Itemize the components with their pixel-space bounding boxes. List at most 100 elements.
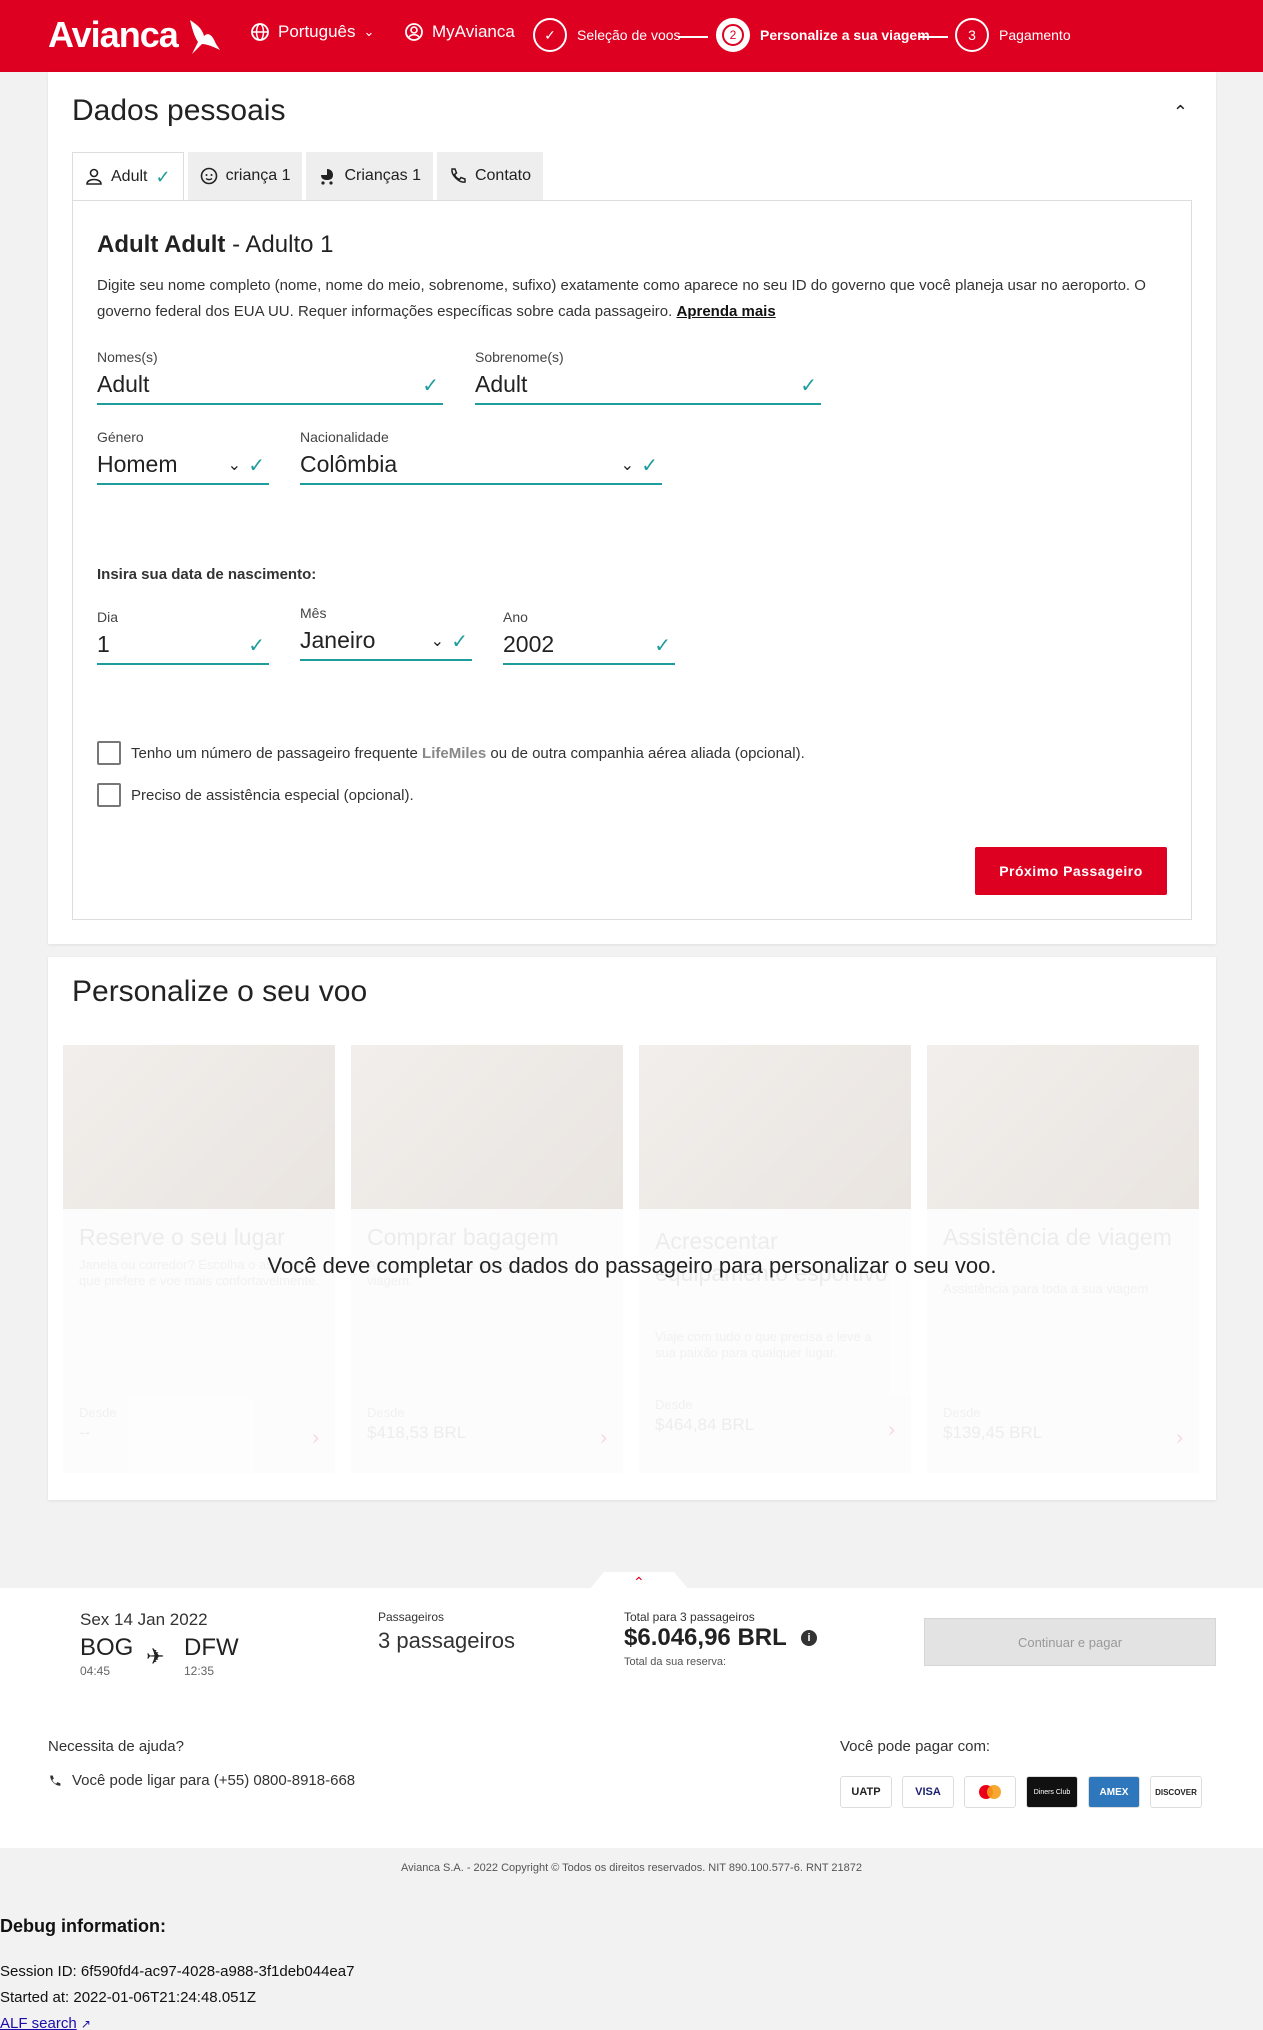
bird-logo-icon bbox=[189, 20, 220, 54]
step-flight-selection[interactable]: ✓ Seleção de voos bbox=[533, 18, 681, 52]
chevron-down-icon: ⌄ bbox=[363, 24, 375, 39]
chevron-right-icon: › bbox=[312, 1427, 319, 1449]
field-label: Ano bbox=[503, 609, 528, 625]
birth-month-select[interactable]: Mês Janeiro ⌄ ✓ bbox=[300, 605, 472, 661]
card-desc: Viaje com tudo o que precisa e leve a su… bbox=[655, 1329, 872, 1360]
brand-name: Avianca bbox=[48, 14, 179, 55]
chevron-right-icon: › bbox=[1176, 1427, 1183, 1449]
tab-contact[interactable]: Contato bbox=[436, 152, 544, 200]
visa-card-icon: VISA bbox=[902, 1776, 954, 1808]
check-icon: ✓ bbox=[451, 631, 468, 653]
chevron-down-icon: ⌄ bbox=[430, 633, 444, 650]
passenger-instructions: Digite seu nome completo (nome, nome do … bbox=[97, 277, 1146, 320]
payment-methods-title: Você pode pagar com: bbox=[840, 1738, 991, 1755]
from-label: Desde bbox=[655, 1397, 693, 1412]
destination-code: DFW bbox=[184, 1634, 239, 1661]
help-phone-text: Você pode ligar para (+55) 0800-8918-668 bbox=[72, 1772, 356, 1789]
nationality-value[interactable]: Colômbia bbox=[300, 451, 397, 477]
avianca-logo[interactable]: Avianca bbox=[48, 14, 222, 56]
last-name-input[interactable]: Adult bbox=[475, 371, 527, 397]
phone-icon bbox=[50, 1775, 61, 1786]
card-price: $464,84 BRL bbox=[655, 1415, 755, 1434]
sports-image bbox=[639, 1045, 911, 1209]
flight-date: Sex 14 Jan 2022 bbox=[80, 1610, 208, 1629]
first-name-input[interactable]: Adult bbox=[97, 371, 149, 397]
step-label: Pagamento bbox=[999, 27, 1071, 43]
chevron-right-icon: › bbox=[888, 1419, 895, 1441]
chevron-up-icon[interactable]: ⌃ bbox=[1173, 102, 1188, 123]
field-label: Dia bbox=[97, 609, 119, 625]
user-circle-icon bbox=[405, 23, 423, 41]
chevron-right-icon: › bbox=[600, 1427, 607, 1449]
field-label: Sobrenome(s) bbox=[475, 349, 564, 365]
alf-search-link[interactable]: ALF search bbox=[0, 2015, 77, 2030]
section-title: Personalize o seu voo bbox=[72, 975, 368, 1008]
diners-club-card-icon: Diners Club bbox=[1026, 1776, 1078, 1808]
check-icon: ✓ bbox=[248, 455, 265, 477]
started-at: Started at: 2022-01-06T21:24:48.051Z bbox=[0, 1989, 257, 2006]
passengers-label: Passageiros bbox=[378, 1610, 445, 1624]
tab-label: Contato bbox=[474, 167, 532, 184]
step-payment: 3 Pagamento bbox=[955, 18, 1071, 52]
card-price: -- bbox=[79, 1423, 91, 1442]
person-icon bbox=[86, 168, 102, 185]
checkbox-label: Tenho um número de passageiro frequente … bbox=[131, 744, 805, 762]
card-desc: Assistência para toda a sua viagem bbox=[943, 1281, 1149, 1296]
help-phone[interactable]: Você pode ligar para (+55) 0800-8918-668 bbox=[48, 1772, 355, 1789]
step-number: 3 bbox=[955, 18, 989, 52]
mastercard-icon bbox=[964, 1776, 1016, 1808]
tab-adult[interactable]: Adult ✓ bbox=[72, 152, 184, 201]
step-number: 2 bbox=[716, 18, 750, 52]
nationality-select[interactable]: Nacionalidade Colômbia ⌄ ✓ bbox=[300, 429, 662, 485]
dob-heading: Insira sua data de nascimento: bbox=[97, 566, 317, 583]
tab-child[interactable]: criança 1 bbox=[187, 152, 303, 200]
from-label: Desde bbox=[367, 1405, 405, 1420]
first-name-field[interactable]: Nomes(s) Adult ✓ bbox=[97, 349, 443, 405]
passengers-value: 3 passageiros bbox=[378, 1628, 515, 1653]
birth-year-field[interactable]: Ano 2002 ✓ bbox=[503, 609, 675, 665]
phone-icon bbox=[451, 168, 466, 183]
day-input[interactable]: 1 bbox=[97, 631, 110, 657]
last-name-field[interactable]: Sobrenome(s) Adult ✓ bbox=[475, 349, 821, 405]
external-link-icon: ↗ bbox=[80, 2017, 91, 2030]
gender-value[interactable]: Homem bbox=[97, 451, 178, 477]
plane-icon: ✈ bbox=[146, 1644, 165, 1669]
language-label: Português bbox=[278, 22, 356, 41]
special-assistance-checkbox[interactable]: Preciso de assistência especial (opciona… bbox=[97, 783, 414, 807]
continue-pay-button[interactable]: Continuar e pagar bbox=[924, 1618, 1216, 1666]
checkbox-label: Preciso de assistência especial (opciona… bbox=[131, 786, 414, 804]
step-connector bbox=[918, 36, 948, 38]
checkbox[interactable] bbox=[97, 741, 121, 765]
field-label: Nacionalidade bbox=[300, 429, 389, 445]
card-title: Reserve o seu lugar bbox=[79, 1224, 285, 1250]
info-icon[interactable]: i bbox=[801, 1630, 817, 1646]
myavianca-label: MyAvianca bbox=[432, 22, 515, 41]
session-id: Session ID: 6f590fd4-ac97-4028-a988-3f1d… bbox=[0, 1963, 355, 1980]
check-icon: ✓ bbox=[800, 375, 817, 397]
card-price: $418,53 BRL bbox=[367, 1423, 467, 1442]
language-selector[interactable]: Português ⌄ bbox=[250, 22, 374, 42]
child-face-icon bbox=[200, 167, 217, 185]
frequent-flyer-checkbox[interactable]: Tenho um número de passageiro frequente … bbox=[97, 741, 805, 765]
payment-methods: UATP VISA Diners Club AMEX DISCOVER bbox=[840, 1776, 1202, 1808]
next-passenger-button[interactable]: Próximo Passageiro bbox=[975, 847, 1167, 895]
passenger-form: Adult Adult - Adulto 1 Digite seu nome c… bbox=[72, 200, 1192, 920]
learn-more-link[interactable]: Aprenda mais bbox=[676, 303, 775, 320]
tab-infant[interactable]: Crianças 1 bbox=[306, 152, 433, 200]
uatp-card-icon: UATP bbox=[840, 1776, 892, 1808]
origin-time: 04:45 bbox=[80, 1664, 111, 1678]
passenger-tabs: Adult ✓ criança 1 Crianças 1 Contato bbox=[72, 152, 544, 201]
gender-select[interactable]: Género Homem ⌄ ✓ bbox=[97, 429, 269, 485]
checkbox[interactable] bbox=[97, 783, 121, 807]
birth-day-field[interactable]: Dia 1 ✓ bbox=[97, 609, 269, 665]
total-label: Total para 3 passageiros bbox=[624, 1610, 755, 1624]
myavianca-link[interactable]: MyAvianca bbox=[404, 22, 515, 42]
top-header: Avianca Português ⌄ MyAvianca ✓ Seleção … bbox=[0, 0, 1263, 72]
check-icon: ✓ bbox=[422, 375, 439, 397]
personal-data-card: Dados pessoais ⌃ Adult ✓ criança 1 Crian… bbox=[48, 72, 1216, 944]
locked-message: Você deve completar os dados do passagei… bbox=[267, 1253, 997, 1278]
month-value[interactable]: Janeiro bbox=[300, 627, 375, 653]
year-input[interactable]: 2002 bbox=[503, 631, 554, 657]
check-icon: ✓ bbox=[248, 635, 265, 657]
assistance-image bbox=[927, 1045, 1199, 1209]
